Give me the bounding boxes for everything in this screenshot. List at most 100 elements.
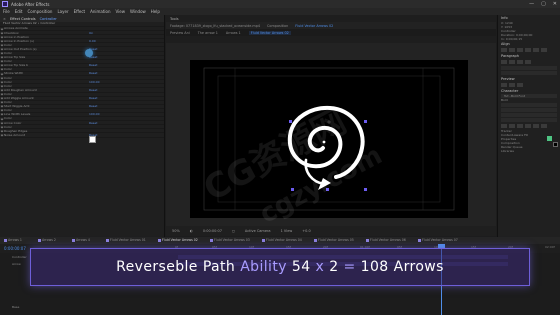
twirl-arrow-icon[interactable] [0, 129, 4, 133]
property-row[interactable]: Noise Amount Reset [0, 133, 164, 138]
twirl-arrow-icon[interactable] [0, 63, 4, 67]
zoom-select[interactable]: 50% [172, 229, 180, 233]
play-icon[interactable] [509, 83, 515, 87]
menu-help[interactable]: Help [151, 9, 160, 14]
tab-layer-name[interactable]: Controller [40, 17, 57, 21]
twirl-arrow-icon[interactable] [0, 72, 4, 75]
font-style-select[interactable]: Bold [498, 98, 560, 102]
arrow-color-swatch[interactable] [89, 136, 96, 143]
twirl-arrow-icon[interactable] [0, 80, 4, 84]
resolution-icon[interactable]: ◐ [190, 229, 193, 233]
property-value[interactable]: Reset [89, 104, 97, 108]
twirl-arrow-icon[interactable] [0, 121, 4, 125]
close-button[interactable]: ✕ [553, 1, 557, 7]
align-middle-icon[interactable] [533, 48, 539, 52]
leading-field[interactable] [501, 108, 557, 112]
align-top-icon[interactable] [525, 48, 531, 52]
property-value[interactable]: Reset [89, 88, 97, 92]
first-frame-icon[interactable] [501, 83, 507, 87]
twirl-arrow-icon[interactable] [0, 108, 4, 112]
vertex-handle[interactable] [291, 188, 294, 191]
twirl-arrow-icon[interactable] [0, 39, 4, 43]
spiral-arrow-path[interactable] [287, 105, 365, 179]
timeline-tab[interactable]: Arrows 1 [4, 238, 22, 242]
timeline-tab[interactable]: Fluid Vector Arrows 04 [262, 238, 302, 242]
fill-color-swatch[interactable] [547, 136, 552, 141]
flow-tab-2[interactable]: The arrow 1 [198, 31, 218, 35]
property-value[interactable]: 100.00 [89, 112, 100, 116]
small-caps-icon[interactable] [525, 124, 531, 128]
twirl-arrow-icon[interactable] [0, 133, 4, 137]
menu-window[interactable]: Window [130, 9, 146, 14]
timeline-tab[interactable]: Fluid Vector Arrows 03 [210, 238, 250, 242]
justify-center-icon[interactable] [509, 60, 515, 64]
timeline-tab[interactable]: Arrows 4 [72, 238, 90, 242]
property-value[interactable]: Reset [89, 121, 97, 125]
twirl-arrow-icon[interactable] [0, 76, 4, 80]
layer-row[interactable]: Base [0, 305, 175, 310]
timeline-tab-active[interactable]: Fluid Vector Arrows 02 [158, 238, 198, 242]
exposure-value[interactable]: +0.0 [302, 229, 311, 233]
vertex-handle[interactable] [364, 120, 367, 123]
region-icon[interactable]: ◻ [232, 229, 235, 233]
timeline-timecode[interactable]: 0:00:00:07 [4, 246, 26, 251]
twirl-arrow-icon[interactable] [0, 92, 4, 96]
timeline-tab[interactable]: Fluid Vector Arrows 06 [366, 238, 406, 242]
menu-view[interactable]: View [116, 9, 126, 14]
twirl-arrow-icon[interactable] [0, 84, 4, 88]
composition-viewer[interactable] [166, 43, 496, 226]
align-right-icon[interactable] [517, 48, 523, 52]
property-value[interactable]: Reset [89, 96, 97, 100]
twirl-arrow-icon[interactable] [0, 47, 4, 51]
twirl-arrow-icon[interactable] [0, 68, 4, 71]
subscript-icon[interactable] [541, 124, 547, 128]
paragraph-space-field[interactable] [501, 71, 557, 75]
twirl-arrow-icon[interactable] [0, 55, 4, 59]
twirl-arrow-icon[interactable] [0, 51, 4, 55]
menu-file[interactable]: File [3, 9, 10, 14]
twirl-arrow-icon[interactable] [0, 88, 4, 92]
all-caps-icon[interactable] [517, 124, 523, 128]
twirl-arrow-icon[interactable] [0, 96, 4, 100]
menu-composition[interactable]: Composition [27, 9, 52, 14]
stroke-width-field[interactable] [501, 118, 557, 122]
twirl-arrow-icon[interactable] [0, 100, 4, 104]
flow-tab-3[interactable]: Arrows 1 [226, 31, 241, 35]
superscript-icon[interactable] [533, 124, 539, 128]
vertex-handle[interactable] [364, 188, 367, 191]
twirl-arrow-icon[interactable] [0, 125, 4, 129]
maximize-button[interactable]: ▢ [541, 1, 546, 7]
property-value[interactable]: 100.00 [89, 80, 100, 84]
stroke-color-swatch[interactable] [553, 142, 558, 147]
twirl-arrow-icon[interactable] [0, 35, 4, 39]
panel-close-icon[interactable]: × [3, 17, 6, 21]
panel-link-libraries[interactable]: Libraries [498, 149, 560, 153]
vertex-handle[interactable] [326, 188, 329, 191]
comp-tab-name[interactable]: Fluid Vector Arrows 02 [295, 24, 333, 28]
menu-edit[interactable]: Edit [15, 9, 23, 14]
twirl-arrow-icon[interactable] [0, 43, 4, 47]
align-bottom-icon[interactable] [541, 48, 547, 52]
viewer-timecode[interactable]: 0:00:00:07 [203, 229, 222, 233]
faux-bold-icon[interactable] [501, 124, 507, 128]
justify-right-icon[interactable] [517, 60, 523, 64]
timeline-tab[interactable]: Arrows 2 [38, 238, 56, 242]
align-center-icon[interactable] [509, 48, 515, 52]
tracking-field[interactable] [501, 113, 557, 117]
footage-tab[interactable]: Footage: 0771839_zlogo_lfu_stacked_ocean… [170, 24, 260, 28]
paragraph-indent-field[interactable] [501, 66, 557, 70]
menu-layer[interactable]: Layer [57, 9, 68, 14]
menu-effect[interactable]: Effect [74, 9, 86, 14]
twirl-arrow-icon[interactable] [0, 31, 4, 35]
font-size-field[interactable] [501, 103, 557, 107]
twirl-arrow-icon[interactable] [0, 104, 4, 108]
camera-select[interactable]: Active Camera [245, 229, 271, 233]
twirl-arrow-icon[interactable] [0, 117, 4, 120]
views-select[interactable]: 1 View [281, 229, 293, 233]
property-value[interactable]: Reset [89, 71, 97, 75]
twirl-arrow-icon[interactable] [0, 113, 4, 116]
minimize-button[interactable]: — [529, 1, 534, 7]
composition-canvas[interactable] [190, 60, 468, 218]
property-value[interactable]: Reset [89, 63, 97, 67]
flow-tab-4[interactable]: Fluid Vector Arrows 02 [248, 30, 291, 35]
